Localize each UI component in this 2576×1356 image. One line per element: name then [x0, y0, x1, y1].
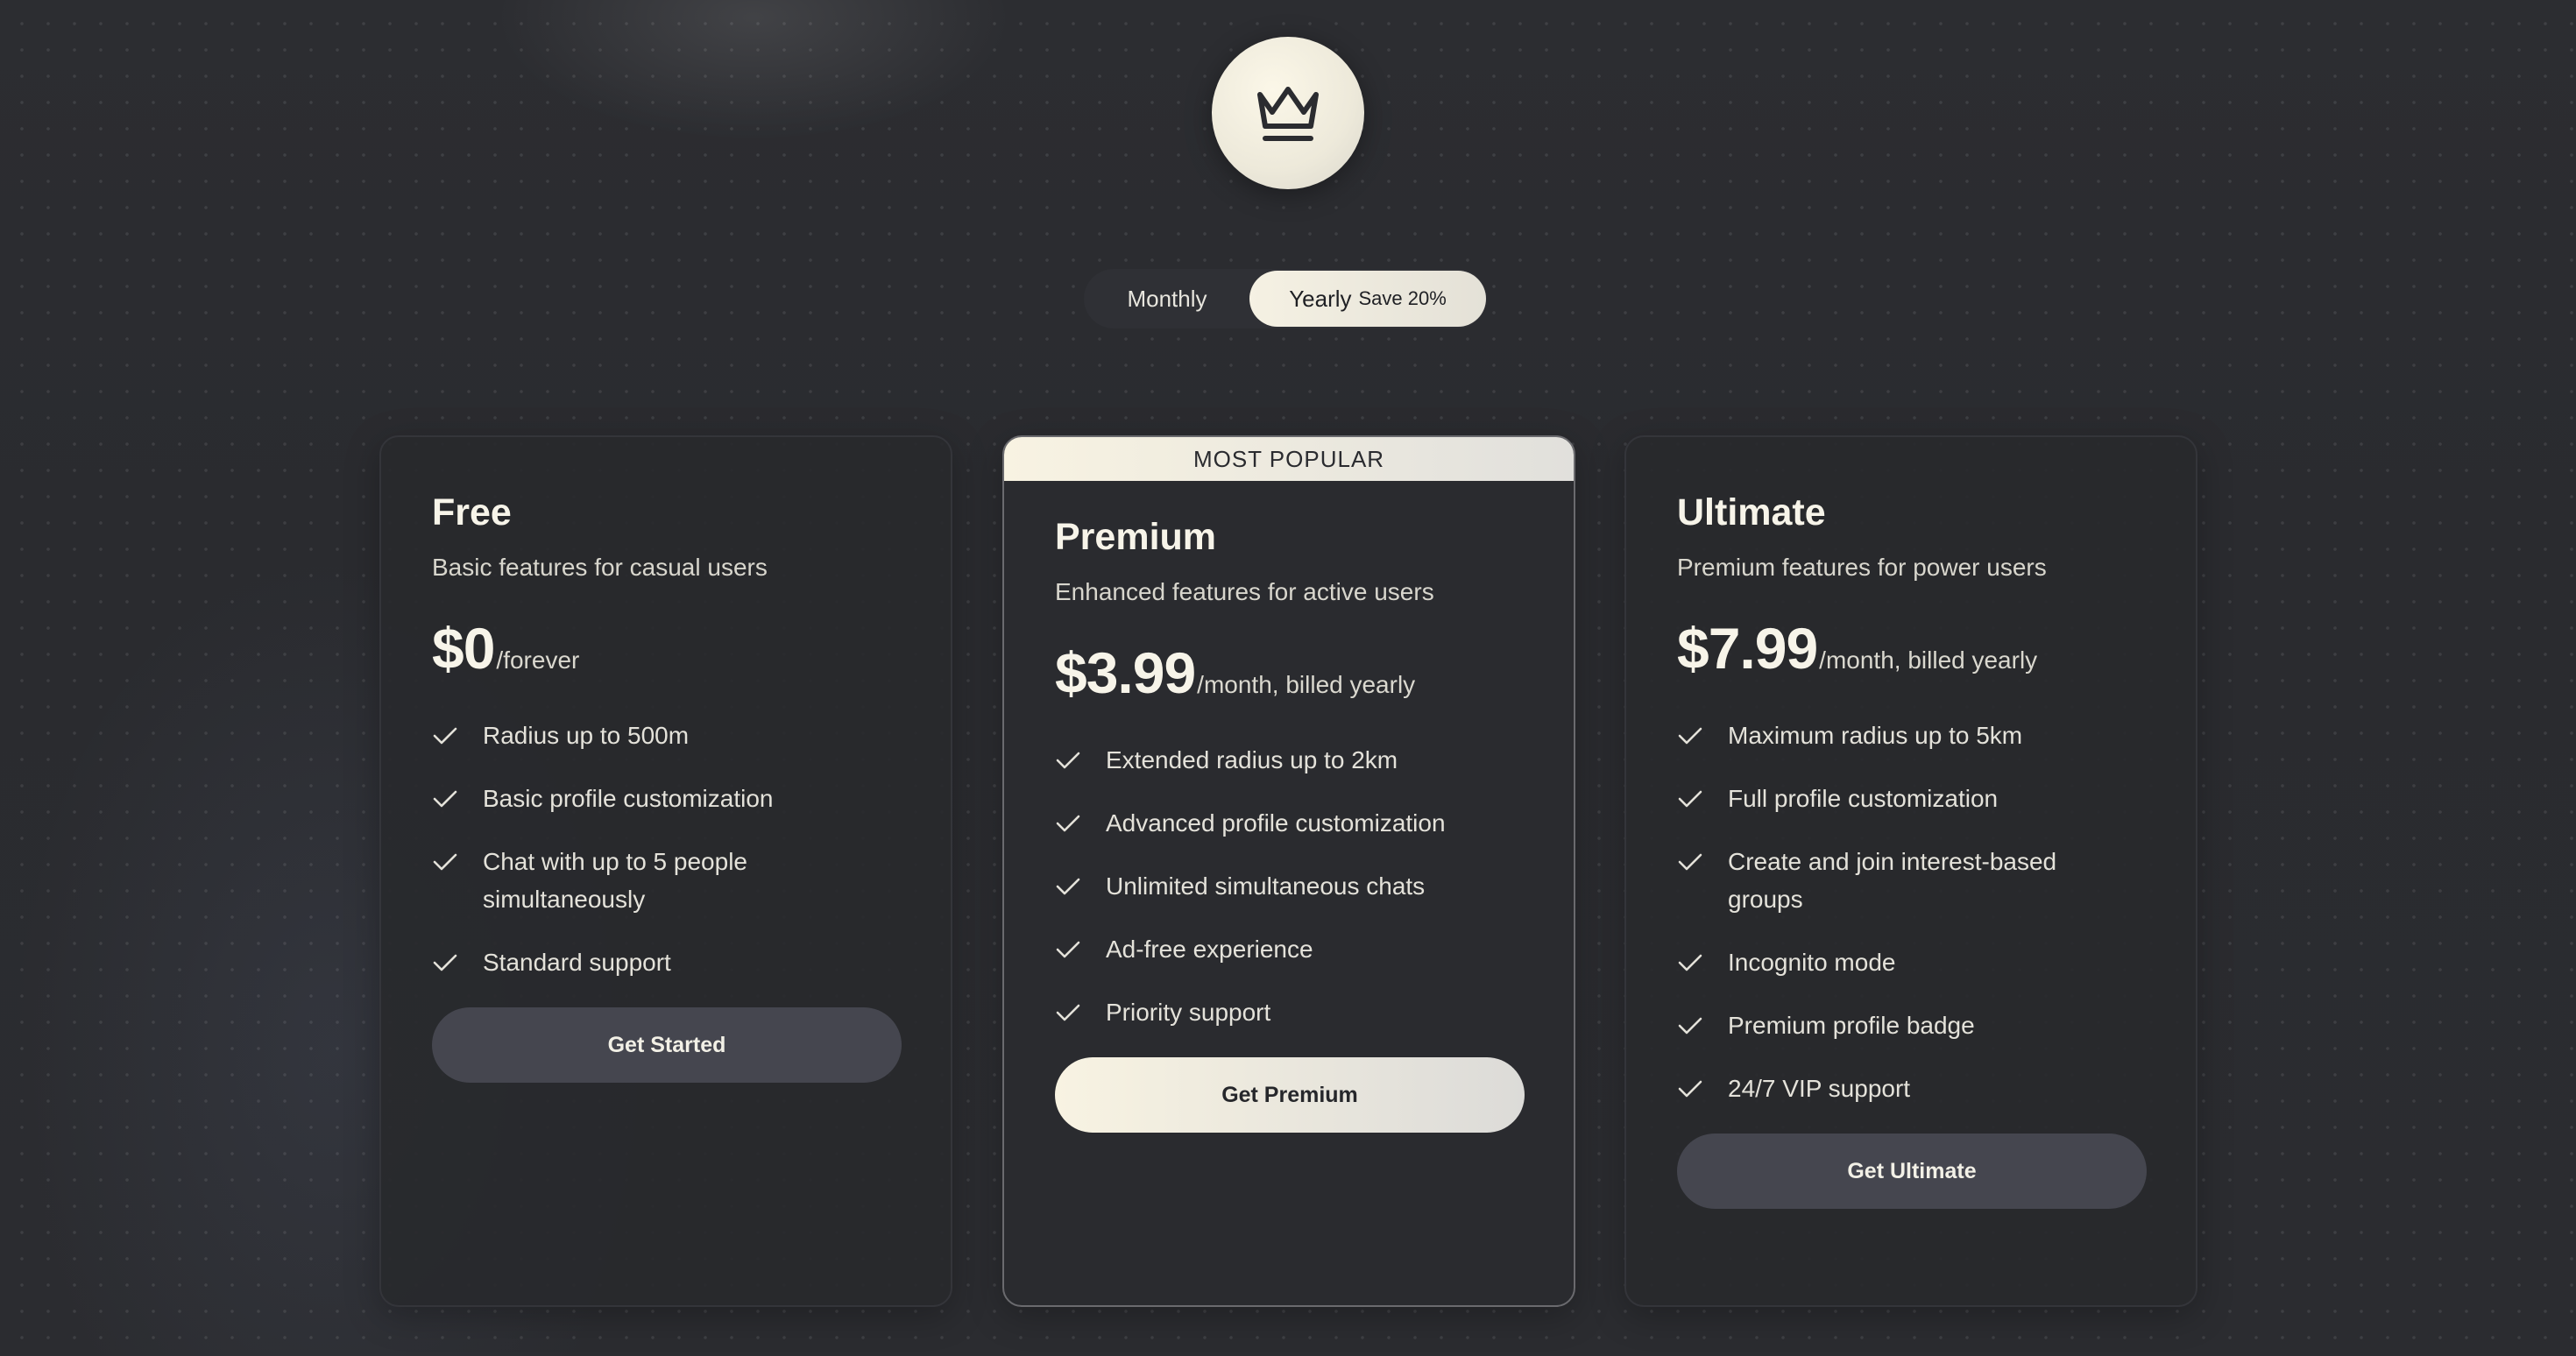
check-icon — [1677, 780, 1703, 817]
feature-item: Priority support — [1055, 993, 1523, 1031]
feature-text: Incognito mode — [1728, 949, 1896, 976]
feature-item: Chat with up to 5 people simultaneously — [432, 843, 900, 918]
plan-card-content: Premium Enhanced features for active use… — [1055, 516, 1525, 1133]
feature-text: Unlimited simultaneous chats — [1106, 872, 1426, 900]
feature-text: Extended radius up to 2km — [1106, 746, 1398, 773]
check-icon — [1677, 843, 1703, 880]
feature-text: Ad-free experience — [1106, 936, 1313, 963]
feature-text: 24/7 VIP support — [1728, 1075, 1911, 1102]
get-started-button[interactable]: Get Started — [432, 1007, 902, 1083]
price-row: $0 /forever — [432, 615, 900, 682]
feature-item: Full profile customization — [1677, 780, 2145, 817]
check-icon — [432, 843, 458, 880]
plan-name: Free — [432, 491, 512, 533]
plan-card-content: Free Basic features for casual users $0 … — [432, 491, 902, 1083]
check-icon — [1055, 741, 1081, 779]
crown-logo — [1212, 37, 1364, 189]
plan-period: /month, billed yearly — [1197, 671, 1416, 698]
get-premium-button[interactable]: Get Premium — [1055, 1057, 1525, 1133]
feature-item: Ad-free experience — [1055, 930, 1523, 968]
plan-period: /month, billed yearly — [1819, 646, 2038, 674]
feature-item: Extended radius up to 2km — [1055, 741, 1523, 779]
feature-text: Basic profile customization — [483, 785, 774, 812]
check-icon — [1677, 1070, 1703, 1107]
button-label: Get Ultimate — [1847, 1158, 1977, 1183]
toggle-monthly[interactable]: Monthly — [1084, 269, 1250, 328]
toggle-yearly-label: Yearly — [1289, 285, 1352, 312]
feature-item: Standard support — [432, 943, 900, 981]
feature-text: Premium profile badge — [1728, 1012, 1975, 1039]
feature-item: Basic profile customization — [432, 780, 900, 817]
plan-name: Premium — [1055, 516, 1217, 558]
price-row: $7.99 /month, billed yearly — [1677, 615, 2145, 682]
feature-text: Create and join interest-based groups — [1728, 848, 2057, 913]
plan-card-ultimate: Ultimate Premium features for power user… — [1624, 435, 2197, 1307]
plan-period: /forever — [496, 646, 580, 674]
check-icon — [1677, 717, 1703, 754]
button-label: Get Started — [607, 1032, 726, 1057]
plan-price: $3.99 — [1055, 640, 1196, 705]
feature-item: Maximum radius up to 5km — [1677, 717, 2145, 754]
crown-icon — [1257, 87, 1319, 141]
feature-list: Maximum radius up to 5km Full profile cu… — [1677, 717, 2145, 1107]
feature-text: Full profile customization — [1728, 785, 1999, 812]
feature-item: Create and join interest-based groups — [1677, 843, 2145, 918]
plan-price: $7.99 — [1677, 616, 1818, 681]
feature-list: Extended radius up to 2km Advanced profi… — [1055, 741, 1523, 1031]
check-icon — [1055, 804, 1081, 842]
feature-text: Advanced profile customization — [1106, 809, 1446, 837]
check-icon — [1055, 930, 1081, 968]
feature-text: Radius up to 500m — [483, 722, 690, 749]
check-icon — [432, 717, 458, 754]
feature-item: Advanced profile customization — [1055, 804, 1523, 842]
check-icon — [1677, 1006, 1703, 1044]
toggle-monthly-label: Monthly — [1127, 285, 1207, 312]
plan-name: Ultimate — [1677, 491, 1826, 533]
feature-list: Radius up to 500m Basic profile customiz… — [432, 717, 900, 981]
feature-text: Priority support — [1106, 999, 1271, 1026]
plan-card-premium: MOST POPULAR Premium Enhanced features f… — [1002, 435, 1575, 1307]
plan-card-free: Free Basic features for casual users $0 … — [379, 435, 952, 1307]
feature-item: 24/7 VIP support — [1677, 1070, 2145, 1107]
feature-item: Premium profile badge — [1677, 1006, 2145, 1044]
billing-toggle: Monthly Yearly Save 20% — [1084, 269, 1487, 328]
price-row: $3.99 /month, billed yearly — [1055, 639, 1523, 706]
feature-item: Unlimited simultaneous chats — [1055, 867, 1523, 905]
check-icon — [432, 780, 458, 817]
plan-card-content: Ultimate Premium features for power user… — [1677, 491, 2147, 1209]
plan-description: Enhanced features for active users — [1055, 578, 1434, 605]
plan-description: Premium features for power users — [1677, 554, 2047, 581]
get-ultimate-button[interactable]: Get Ultimate — [1677, 1134, 2147, 1209]
feature-item: Incognito mode — [1677, 943, 2145, 981]
most-popular-badge: MOST POPULAR — [1004, 437, 1574, 481]
feature-text: Chat with up to 5 people simultaneously — [483, 848, 747, 913]
button-label: Get Premium — [1221, 1082, 1358, 1107]
feature-text: Standard support — [483, 949, 671, 976]
toggle-yearly[interactable]: Yearly Save 20% — [1249, 271, 1486, 327]
check-icon — [1677, 943, 1703, 981]
check-icon — [1055, 867, 1081, 905]
most-popular-label: MOST POPULAR — [1192, 445, 1385, 472]
check-icon — [1055, 993, 1081, 1031]
feature-text: Maximum radius up to 5km — [1728, 722, 2023, 749]
save-badge: Save 20% — [1358, 287, 1447, 309]
plan-price: $0 — [432, 616, 495, 681]
plan-description: Basic features for casual users — [432, 554, 768, 581]
feature-item: Radius up to 500m — [432, 717, 900, 754]
check-icon — [432, 943, 458, 981]
